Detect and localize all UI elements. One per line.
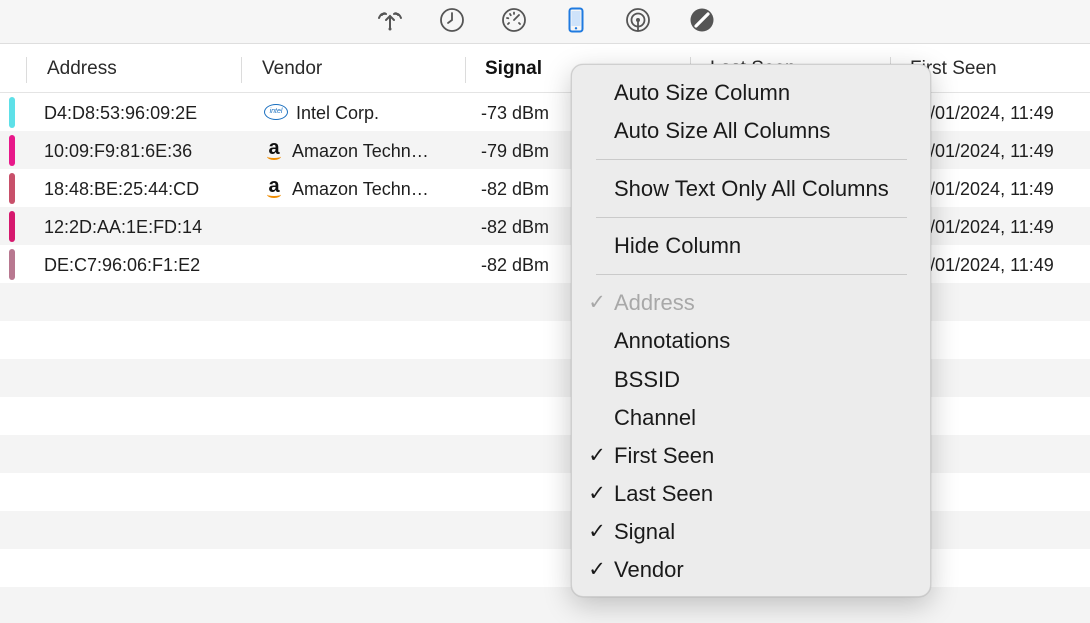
menu-item-label: BSSID	[614, 367, 681, 392]
amazon-icon: a	[264, 138, 284, 161]
address-cell: 18:48:BE:25:44:CD	[44, 179, 200, 199]
address-cell: 10:09:F9:81:6E:36	[44, 141, 193, 161]
column-header-first-seen[interactable]: First Seen	[910, 44, 1090, 92]
signal-cell: -82 dBm	[481, 217, 550, 237]
checkmark-icon: ✓	[588, 482, 606, 505]
column-header-vendor[interactable]: Vendor	[262, 44, 452, 92]
app-window: Address Vendor Signal Last Seen First Se…	[0, 0, 1090, 623]
address-cell: 12:2D:AA:1E:FD:14	[44, 217, 203, 237]
wifi-icon[interactable]	[375, 5, 405, 35]
menu-item-auto-size-column[interactable]: Auto Size Column	[572, 75, 930, 111]
menu-item-column-last-seen[interactable]: ✓ Last Seen	[572, 476, 930, 512]
no-entry-icon[interactable]	[687, 5, 717, 35]
menu-item-auto-size-all-columns[interactable]: Auto Size All Columns	[572, 113, 930, 149]
menu-item-label: Auto Size All Columns	[614, 118, 831, 143]
vendor-name: Intel Corp.	[296, 103, 380, 123]
menu-item-label: First Seen	[614, 443, 715, 468]
vendor-cell: a Amazon Techn…	[264, 131, 454, 169]
menu-item-column-first-seen[interactable]: ✓ First Seen	[572, 438, 930, 474]
menu-separator	[596, 274, 907, 275]
menu-item-hide-column[interactable]: Hide Column	[572, 228, 930, 264]
menu-item-show-text-only-all-columns[interactable]: Show Text Only All Columns	[572, 171, 930, 207]
signal-cell: -82 dBm	[481, 255, 550, 275]
signal-cell: -79 dBm	[481, 141, 550, 161]
menu-item-label: Annotations	[614, 328, 731, 353]
first-seen-cell: /01/2024, 11:49	[930, 141, 1054, 161]
intel-icon: intel	[264, 104, 288, 121]
menu-item-label: Address	[614, 290, 695, 315]
clock-icon[interactable]	[437, 5, 467, 35]
signal-cell: -82 dBm	[481, 179, 550, 199]
vendor-cell: a Amazon Techn…	[264, 169, 454, 207]
device-color-tag	[9, 249, 15, 280]
vendor-name: Amazon Techn…	[292, 179, 429, 199]
menu-item-label: Hide Column	[614, 233, 742, 258]
menu-item-label: Vendor	[614, 557, 684, 582]
column-separator[interactable]	[241, 57, 242, 83]
first-seen-cell: /01/2024, 11:49	[930, 179, 1054, 199]
menu-item-column-signal[interactable]: ✓ Signal	[572, 514, 930, 550]
device-color-tag	[9, 211, 15, 242]
signal-cell: -73 dBm	[481, 103, 550, 123]
phone-icon[interactable]	[561, 5, 591, 35]
device-color-tag	[9, 173, 15, 204]
menu-item-column-address: ✓ Address	[572, 285, 930, 321]
address-cell: D4:D8:53:96:09:2E	[44, 103, 198, 123]
checkmark-icon: ✓	[588, 444, 606, 467]
menu-separator	[596, 217, 907, 218]
column-separator[interactable]	[26, 57, 27, 83]
vendor-name: Amazon Techn…	[292, 141, 429, 161]
device-color-tag	[9, 135, 15, 166]
column-context-menu: Auto Size Column Auto Size All Columns S…	[571, 64, 931, 597]
column-header-signal[interactable]: Signal	[485, 44, 565, 92]
gauge-icon[interactable]	[499, 5, 529, 35]
checkmark-icon: ✓	[588, 520, 606, 543]
menu-item-label: Signal	[614, 519, 676, 544]
device-color-tag	[9, 97, 15, 128]
first-seen-cell: /01/2024, 11:49	[930, 103, 1054, 123]
toolbar	[0, 0, 1090, 44]
menu-item-label: Auto Size Column	[614, 80, 791, 105]
vendor-cell: intel Intel Corp.	[264, 93, 454, 131]
broadcast-icon[interactable]	[623, 5, 653, 35]
menu-item-label: Show Text Only All Columns	[614, 176, 889, 201]
menu-item-column-bssid[interactable]: BSSID	[572, 362, 930, 398]
address-cell: DE:C7:96:06:F1:E2	[44, 255, 201, 275]
menu-item-column-channel[interactable]: Channel	[572, 400, 930, 436]
menu-item-label: Channel	[614, 405, 696, 430]
menu-separator	[596, 159, 907, 160]
menu-item-label: Last Seen	[614, 481, 714, 506]
checkmark-icon: ✓	[588, 291, 606, 314]
checkmark-icon: ✓	[588, 558, 606, 581]
first-seen-cell: /01/2024, 11:49	[930, 255, 1054, 275]
menu-item-column-annotations[interactable]: Annotations	[572, 323, 930, 359]
column-header-address[interactable]: Address	[47, 44, 227, 92]
column-separator[interactable]	[465, 57, 466, 83]
amazon-icon: a	[264, 176, 284, 199]
first-seen-cell: /01/2024, 11:49	[930, 217, 1054, 237]
menu-item-column-vendor[interactable]: ✓ Vendor	[572, 552, 930, 588]
